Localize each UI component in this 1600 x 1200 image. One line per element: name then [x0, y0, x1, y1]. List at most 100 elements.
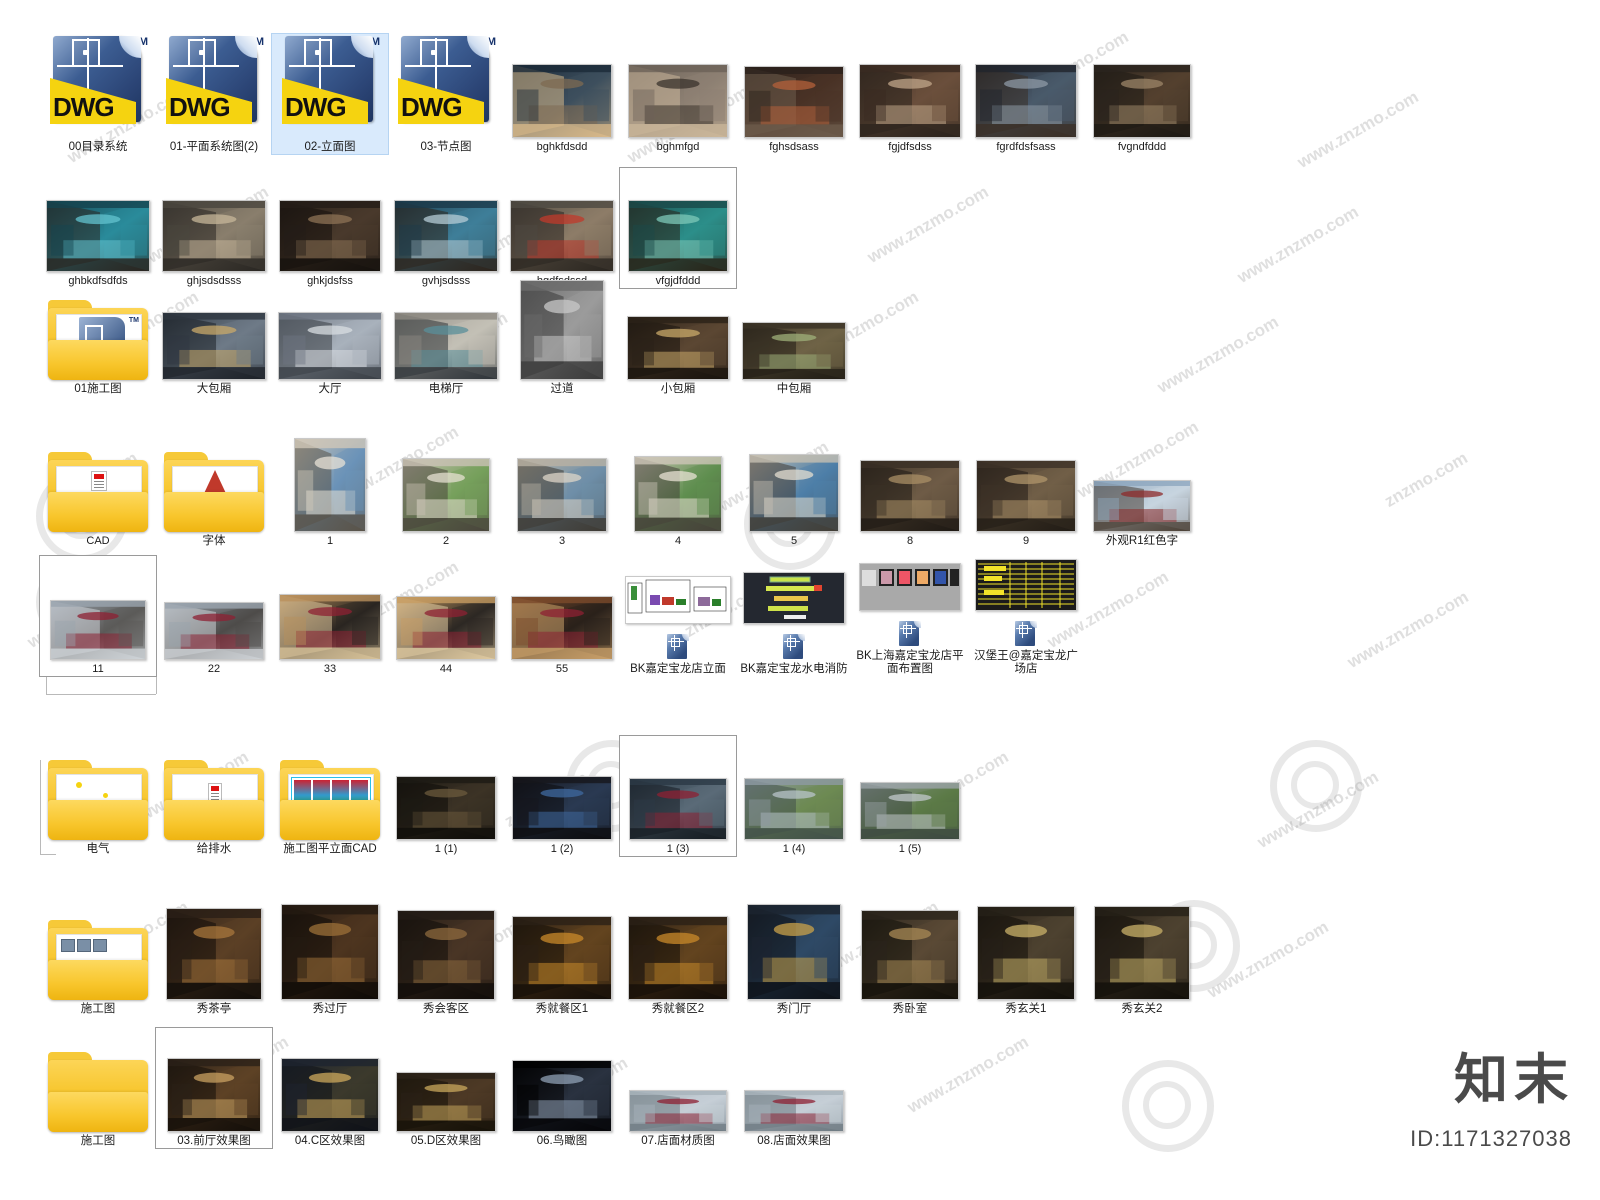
image-item[interactable]: 03.前厅效果图 [155, 1027, 273, 1149]
file-item[interactable]: TM DWG 02-立面图 [271, 33, 389, 155]
image-item[interactable]: 3 [504, 428, 620, 548]
item-label: 过道 [550, 383, 574, 395]
file-item[interactable]: TM DWG 00目录系统 [40, 34, 156, 154]
image-item[interactable]: 11 [39, 555, 157, 677]
image-item[interactable]: 1 (5) [852, 736, 968, 856]
image-item[interactable]: 04.C区效果图 [272, 1028, 388, 1148]
file-item[interactable]: TM DWG 01-平面系统图(2) [156, 34, 272, 154]
image-item[interactable]: 秀玄关1 [968, 896, 1084, 1016]
folder-item[interactable]: 电气 [40, 736, 156, 856]
item-label: 44 [439, 663, 453, 675]
render-thumbnail [396, 596, 496, 660]
render-thumbnail [975, 64, 1077, 138]
folder-item[interactable]: 施工图 [40, 896, 156, 1016]
thumbnail-slot [272, 312, 388, 380]
folder-item[interactable]: 01施工图 [40, 276, 156, 396]
image-item[interactable]: 秀卧室 [852, 896, 968, 1016]
render-thumbnail [744, 66, 844, 138]
image-item[interactable]: 9 [968, 428, 1084, 548]
thumbnail-slot [504, 458, 620, 532]
file-item[interactable]: BK上海嘉定宝龙店平面布置图 [852, 556, 968, 676]
item-label: 03-节点图 [420, 141, 472, 153]
image-item[interactable]: 22 [156, 556, 272, 676]
image-item[interactable]: 秀过厅 [272, 896, 388, 1016]
image-item[interactable]: 8 [852, 428, 968, 548]
file-item[interactable]: BK嘉定宝龙水电消防 [736, 556, 852, 676]
image-item[interactable]: fghsdsass [736, 34, 852, 154]
image-item[interactable]: 秀就餐区2 [620, 896, 736, 1016]
thumbnail-slot [40, 300, 156, 380]
image-item[interactable]: 05.D区效果图 [388, 1028, 504, 1148]
cad-preview-thumbnail [859, 563, 961, 611]
thumbnail-slot [852, 64, 968, 138]
render-thumbnail [1093, 480, 1191, 532]
thumbnail-slot [968, 559, 1084, 647]
image-item[interactable]: 小包厢 [620, 276, 736, 396]
image-item[interactable]: 外观R1红色字 [1084, 428, 1200, 548]
render-thumbnail [162, 312, 266, 380]
thumbnail-slot [272, 904, 388, 1000]
image-item[interactable]: fgjdfsdss [852, 34, 968, 154]
item-label: 1 (4) [782, 843, 806, 855]
thumbnail-slot [156, 452, 272, 532]
image-item[interactable]: 33 [272, 556, 388, 676]
image-item[interactable]: 2 [388, 428, 504, 548]
image-item[interactable]: 1 (4) [736, 736, 852, 856]
image-item[interactable]: fvgndfddd [1084, 34, 1200, 154]
folder-item[interactable]: 施工图平立面CAD [272, 736, 388, 856]
dwg-file-icon: TM DWG [398, 34, 496, 138]
image-item[interactable]: 06.鸟瞰图 [504, 1028, 620, 1148]
image-item[interactable]: 中包厢 [736, 276, 852, 396]
item-label: 秀玄关2 [1121, 1003, 1163, 1015]
divider-horizontal-left [46, 694, 156, 695]
image-item[interactable]: 44 [388, 556, 504, 676]
render-thumbnail [634, 456, 722, 532]
thumbnail-slot [388, 776, 504, 840]
image-item[interactable]: 08.店面效果图 [736, 1028, 852, 1148]
image-item[interactable]: ghjsdsdsss [156, 168, 272, 288]
folder-item[interactable]: 施工图 [40, 1028, 156, 1148]
image-item[interactable]: 大厅 [272, 276, 388, 396]
image-item[interactable]: 电梯厅 [388, 276, 504, 396]
image-item[interactable]: ghbkdfsdfds [40, 168, 156, 288]
image-item[interactable]: gvhjsdsss [388, 168, 504, 288]
image-item[interactable]: 秀会客区 [388, 896, 504, 1016]
file-item[interactable]: TM DWG 03-节点图 [388, 34, 504, 154]
item-label: 秀过厅 [312, 1003, 348, 1015]
item-label: fgrdfdsfsass [996, 141, 1056, 153]
image-item[interactable]: vfgjdfddd [619, 167, 737, 289]
file-item[interactable]: BK嘉定宝龙店立面 [620, 556, 736, 676]
image-item[interactable]: 55 [504, 556, 620, 676]
thumbnail-slot [156, 312, 272, 380]
image-item[interactable]: 1 (2) [504, 736, 620, 856]
image-item[interactable]: 1 [272, 428, 388, 548]
folder-item[interactable]: 给排水 [156, 736, 272, 856]
image-item[interactable]: 5 [736, 428, 852, 548]
image-item[interactable]: hgdfsdssd [504, 168, 620, 288]
image-item[interactable]: 秀茶亭 [156, 896, 272, 1016]
render-thumbnail [512, 916, 612, 1000]
image-item[interactable]: 过道 [504, 276, 620, 396]
render-thumbnail [167, 1058, 261, 1132]
image-item[interactable]: ghkjdsfss [272, 168, 388, 288]
image-item[interactable]: 大包厢 [156, 276, 272, 396]
thumbnail-slot: TM DWG [388, 34, 504, 138]
thumbnail-slot [968, 460, 1084, 532]
render-thumbnail [977, 906, 1075, 1000]
folder-item[interactable]: 字体 [156, 428, 272, 548]
file-item[interactable]: 汉堡王@嘉定宝龙广场店 [968, 556, 1084, 676]
image-item[interactable]: bghmfgd [620, 34, 736, 154]
render-thumbnail [517, 458, 607, 532]
folder-item[interactable]: CAD [40, 428, 156, 548]
image-item[interactable]: 1 (1) [388, 736, 504, 856]
folder-icon [164, 452, 264, 532]
image-item[interactable]: bghkfdsdd [504, 34, 620, 154]
image-item[interactable]: 1 (3) [619, 735, 737, 857]
image-item[interactable]: 秀就餐区1 [504, 896, 620, 1016]
image-item[interactable]: 07.店面材质图 [620, 1028, 736, 1148]
image-item[interactable]: 4 [620, 428, 736, 548]
image-item[interactable]: fgrdfdsfsass [968, 34, 1084, 154]
image-item[interactable]: 秀玄关2 [1084, 896, 1200, 1016]
image-item[interactable]: 秀门厅 [736, 896, 852, 1016]
item-label: 2 [442, 535, 450, 547]
